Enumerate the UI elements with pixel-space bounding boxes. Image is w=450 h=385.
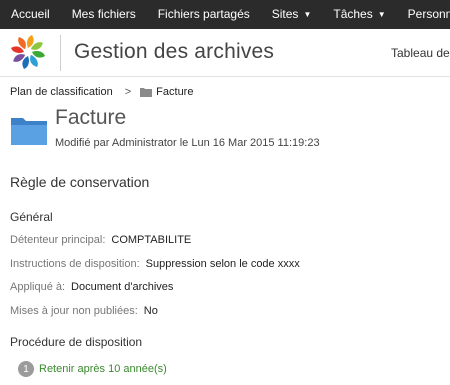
general-heading: Général [10,210,53,224]
modified-info: Modifié par Administrator le Lun 16 Mar … [55,137,320,149]
breadcrumb-root-link[interactable]: Plan de classification [10,86,113,98]
header-divider [60,35,61,71]
prop-value: COMPTABILITE [111,234,192,246]
folder-icon [11,118,47,145]
chevron-down-icon: ▼ [303,10,312,19]
disposition-procedure-heading: Procédure de disposition [10,335,143,349]
prop-value: Suppression selon le code xxxx [145,258,300,270]
chevron-down-icon: ▼ [377,10,386,19]
prop-label: Appliqué à: [10,281,66,293]
nav-shared-files-label: Fichiers partagés [157,7,250,21]
prop-label: Détenteur principal: [10,234,106,246]
item-title: Facture [55,106,127,129]
folder-icon [140,88,153,97]
nav-tasks-menu[interactable]: Tâches ▼ [322,0,396,29]
nav-shared-files[interactable]: Fichiers partagés [147,0,261,29]
prop-primary-holder: Détenteur principal: COMPTABILITE [10,234,191,246]
site-header: Gestion des archives Tableau de [0,29,450,76]
nav-sites-label: Sites [271,7,299,21]
nav-tasks-label: Tâches [333,7,373,21]
disposition-step: 1 Retenir après 10 année(s) [18,361,167,377]
nav-people[interactable]: Personnes [397,0,450,29]
header-bottom-border [0,76,450,77]
nav-my-files-label: Mes fichiers [71,7,136,21]
top-navigation-bar: Accueil Mes fichiers Fichiers partagés S… [0,0,450,29]
site-title: Gestion des archives [74,40,275,63]
breadcrumb: Plan de classification > Facture [10,86,193,98]
prop-applied-to: Appliqué à: Document d'archives [10,281,173,293]
dashboard-link[interactable]: Tableau de [391,46,450,60]
nav-home[interactable]: Accueil [0,0,61,29]
nav-home-label: Accueil [11,7,50,21]
prop-unpublished-updates: Mises à jour non publiées: No [10,305,158,317]
prop-disposition-instructions: Instructions de disposition: Suppression … [10,258,300,270]
step-link[interactable]: Retenir après 10 année(s) [39,363,167,375]
breadcrumb-separator: > [124,86,132,98]
prop-value: Document d'archives [71,281,174,293]
nav-my-files[interactable]: Mes fichiers [61,0,147,29]
retention-heading: Règle de conservation [10,174,150,190]
prop-label: Instructions de disposition: [10,258,140,270]
nav-people-label: Personnes [407,7,450,21]
nav-sites-menu[interactable]: Sites ▼ [261,0,323,29]
prop-label: Mises à jour non publiées: [10,305,138,317]
prop-value: No [143,305,158,317]
breadcrumb-current: Facture [156,86,194,98]
alfresco-logo-icon [11,35,45,69]
step-number-badge: 1 [18,361,34,377]
